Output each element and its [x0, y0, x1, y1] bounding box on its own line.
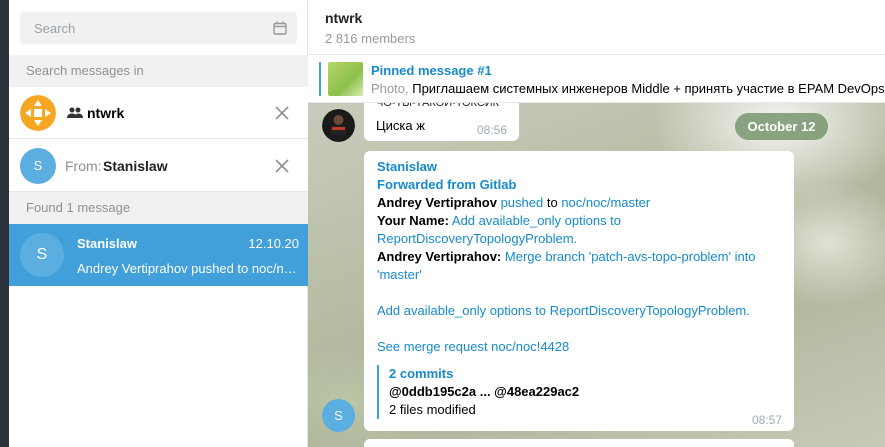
- message-partial: ЧО-ТЫ-ТАКОЙ-ТОКСИК: [376, 103, 500, 109]
- filter-chat-label: ntwrk: [87, 105, 125, 121]
- body-link[interactable]: Add available_only options to ReportDisc…: [377, 302, 787, 320]
- date-separator: October 12: [735, 113, 828, 140]
- filter-chat: ntwrk: [9, 87, 308, 139]
- message-time: 08:56: [476, 123, 507, 137]
- filter-from: S From: Stanislaw: [9, 140, 308, 192]
- merge-request-link[interactable]: See merge request noc/noc!4428: [377, 338, 787, 356]
- search-in-header: Search messages in: [9, 55, 308, 87]
- chat-title: ntwrk: [325, 10, 363, 26]
- message-time: 08:57: [751, 413, 782, 427]
- result-name: Stanislaw: [77, 236, 137, 251]
- chat-header[interactable]: ntwrk 2 816 members: [308, 0, 885, 55]
- sidebar: Search messages in ntwrk S From: Stanisl…: [9, 0, 308, 447]
- calendar-icon[interactable]: [273, 21, 287, 35]
- message-text: Циска ж: [376, 118, 425, 133]
- group-icon: [67, 107, 83, 118]
- forwarded-from[interactable]: Forwarded from Gitlab: [377, 176, 787, 194]
- search-input[interactable]: [20, 12, 260, 44]
- user-avatar: S: [20, 148, 56, 184]
- pinned-text: Photo, Приглашаем системных инженеров Mi…: [371, 81, 885, 96]
- pinned-title: Pinned message #1: [371, 63, 492, 78]
- commits-title[interactable]: 2 commits: [389, 365, 787, 383]
- pinned-body: Приглашаем системных инженеров Middle + …: [412, 81, 885, 96]
- forwarded-message[interactable]: Stanislaw Forwarded from Gitlab Andrey V…: [364, 151, 794, 431]
- commit-range: @0ddb195c2a ... @48ea229ac2: [389, 384, 580, 399]
- result-date: 12.10.20: [248, 236, 299, 251]
- your-name-label: Your Name:: [377, 213, 449, 228]
- result-avatar: S: [20, 233, 64, 277]
- commits-quote: 2 commits @0ddb195c2a ... @48ea229ac2 2 …: [377, 365, 787, 419]
- from-name: Stanislaw: [103, 158, 168, 174]
- search-result-item[interactable]: S Stanislaw 12.10.20 Andrey Vertiprahov …: [9, 224, 308, 286]
- group-avatar: [20, 95, 56, 131]
- close-icon[interactable]: [274, 158, 290, 174]
- message-sender[interactable]: Stanislaw: [377, 158, 787, 176]
- found-header: Found 1 message: [9, 192, 308, 224]
- pushed-link[interactable]: pushed: [501, 195, 544, 210]
- repo-link[interactable]: noc/noc/master: [561, 195, 650, 210]
- pinned-message[interactable]: Pinned message #1 Photo, Приглашаем сист…: [308, 55, 885, 103]
- author-name: Andrey Vertiprahov: [377, 195, 497, 210]
- chat-area: ntwrk 2 816 members Pinned message #1 Ph…: [308, 0, 885, 447]
- from-label: From:: [65, 158, 102, 174]
- author-name-2: Andrey Vertiprahov:: [377, 249, 502, 264]
- pinned-bar: [319, 62, 321, 96]
- message-bubble[interactable]: ЧО-ТЫ-ТАКОЙ-ТОКСИК Циска ж 08:56: [364, 103, 519, 141]
- sender-avatar[interactable]: S: [322, 399, 355, 432]
- search-box[interactable]: [20, 12, 297, 44]
- members-count: 2 816 members: [325, 31, 416, 46]
- user-avatar: [322, 109, 355, 142]
- pinned-kind: Photo,: [371, 81, 409, 96]
- left-strip: [0, 0, 9, 447]
- files-modified: 2 files modified: [389, 402, 476, 417]
- pinned-thumbnail: [328, 62, 363, 96]
- result-preview: Andrey Vertiprahov pushed to noc/noc/mas…: [77, 261, 299, 276]
- to-word: to: [546, 195, 558, 210]
- close-icon[interactable]: [274, 105, 290, 121]
- chat-wallpaper: ЧО-ТЫ-ТАКОЙ-ТОКСИК Циска ж 08:56 October…: [308, 103, 885, 447]
- message-bubble-next[interactable]: [364, 439, 794, 447]
